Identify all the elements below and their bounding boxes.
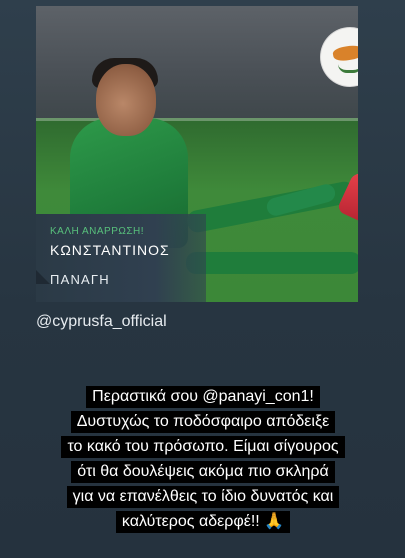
olive-branch-icon (338, 64, 358, 73)
story-text-line: Δυστυχώς το ποδόσφαιρο απόδειξε (70, 411, 336, 433)
caption-corner-decoration (36, 270, 50, 284)
caption-surname: ΠΑΝΑΓΗ (50, 272, 110, 287)
photo-background (36, 6, 358, 118)
story-text-block: Περαστικά σου @panayi_con1! Δυστυχώς το … (22, 384, 384, 534)
caption-get-well: ΚΑΛΗ ΑΝΑΡΡΩΣΗ! (50, 226, 145, 237)
cyprus-map-icon (332, 43, 358, 63)
player-leg (186, 252, 358, 274)
story-text-line: ότι θα δουλέψεις ακόμα πιο σκληρά (71, 461, 335, 483)
caption-first-name: ΚΩΝΣΤΑΝΤΙΝΟΣ (50, 242, 170, 258)
mention-tag[interactable]: @cyprusfa_official (36, 313, 167, 331)
story-text-line: καλύτερος αδερφέ!! 🙏 (115, 511, 291, 533)
shared-post-card[interactable]: ΚΑΛΗ ΑΝΑΡΡΩΣΗ! ΚΩΝΣΤΑΝΤΙΝΟΣ ΠΑΝΑΓΗ (36, 6, 358, 302)
story-text-line: για να επανέλθεις το ίδιο δυνατός και (66, 486, 340, 508)
story-text-line: Περαστικά σου @panayi_con1! (86, 386, 320, 408)
pitch-line (36, 118, 358, 121)
player-head (96, 64, 156, 136)
story-text-line: το κακό του πρόσωπο. Είμαι σίγουρος (61, 436, 345, 458)
